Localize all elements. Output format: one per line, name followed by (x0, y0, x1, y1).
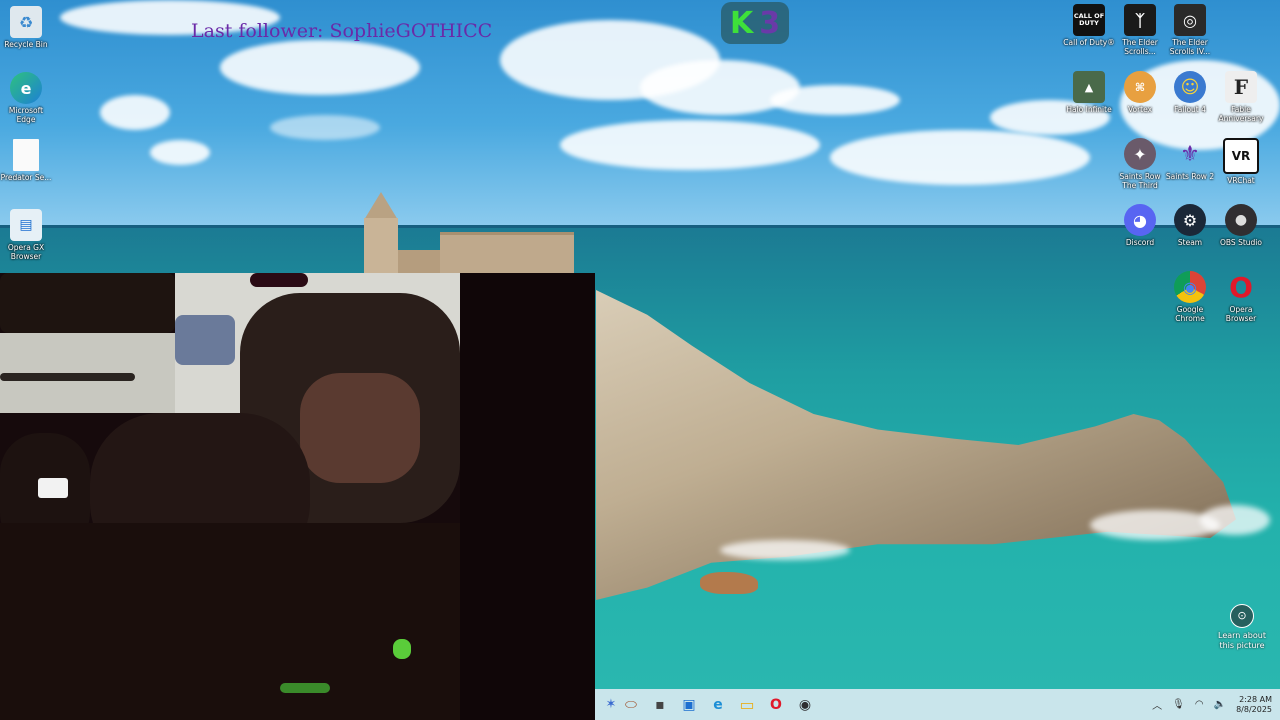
desktop-icon-elder-scrolls[interactable]: ᛉ The Elder Scrolls... (1114, 4, 1166, 56)
window-app-icon[interactable]: ▪ (647, 692, 673, 718)
opera-icon: O (1229, 270, 1253, 304)
opera-gx-icon: ▤ (10, 209, 42, 241)
obs-icon: ● (1225, 204, 1257, 236)
steam-icon: ⚙ (1174, 204, 1206, 236)
desktop-icon-microsoft-edge[interactable]: e Microsoft Edge (0, 72, 52, 124)
desktop-icon-discord[interactable]: ◕ Discord (1114, 204, 1166, 247)
elder-scrolls-icon: ᛉ (1124, 4, 1156, 36)
desktop-icon-obs-studio[interactable]: ● OBS Studio (1215, 204, 1267, 247)
taskbar: ✶ ⬭ ▪ ▣ e ▭ O ◉ ︿ 🎙 ◠ 🔈 2:28 AM 8/8/2025 (595, 689, 1280, 720)
call-of-duty-icon: CALL OF DUTY (1073, 4, 1105, 36)
desktop-icon-opera-gx[interactable]: ▤ Opera GX Browser (0, 209, 52, 261)
recycle-bin-icon: ♻ (10, 6, 42, 38)
desktop-icon-saints-row-2[interactable]: ⚜ Saints Row 2 (1164, 138, 1216, 182)
saints-row-third-icon: ✦ (1124, 138, 1156, 170)
desktop-icon-vrchat[interactable]: VR VRChat (1215, 138, 1267, 185)
desktop-icon-steam[interactable]: ⚙ Steam (1164, 204, 1216, 247)
learn-about-picture[interactable]: ⊙ Learn about this picture (1214, 604, 1270, 651)
file-icon (13, 139, 39, 171)
desktop-icon-saints-row-third[interactable]: ✦ Saints Row The Third (1114, 138, 1166, 190)
system-tray: ︿ 🎙 ◠ 🔈 2:28 AM 8/8/2025 (1152, 689, 1272, 720)
opera-taskbar-icon[interactable]: O (763, 692, 789, 718)
webcam-feed (0, 273, 595, 720)
desktop-icon-recycle-bin[interactable]: ♻ Recycle Bin (0, 6, 52, 49)
desktop-icon-predator[interactable]: Predator Se... (0, 139, 52, 182)
rugby-app-icon[interactable]: ⬭ (618, 692, 644, 718)
camera-icon: ⊙ (1230, 604, 1254, 628)
edge-icon: e (10, 72, 42, 104)
k3-badge-k: K (729, 5, 754, 41)
desktop-icon-halo-infinite[interactable]: ▲ Halo Infinite (1063, 71, 1115, 114)
blue-app-icon[interactable]: ▣ (676, 692, 702, 718)
halo-infinite-icon: ▲ (1073, 71, 1105, 103)
k3-badge: K 3 (721, 2, 789, 44)
fallout-4-icon: ☺ (1174, 71, 1206, 103)
file-explorer-icon[interactable]: ▭ (734, 692, 760, 718)
wifi-icon[interactable]: ◠ (1195, 699, 1204, 710)
clock-time: 2:28 AM (1239, 694, 1272, 704)
vortex-icon: ⌘ (1124, 71, 1156, 103)
discord-icon: ◕ (1124, 204, 1156, 236)
last-follower-overlay: Last follower: SophieGOTHICC (191, 20, 493, 42)
obs-taskbar-icon[interactable]: ◉ (792, 692, 818, 718)
desktop-icon-vortex[interactable]: ⌘ Vortex (1114, 71, 1166, 114)
clock-date: 8/8/2025 (1236, 704, 1272, 714)
volume-icon[interactable]: 🔈 (1214, 699, 1226, 710)
edge-taskbar-icon[interactable]: e (705, 692, 731, 718)
fable-icon: F (1225, 71, 1257, 103)
desktop-icon-fallout-4[interactable]: ☺ Fallout 4 (1164, 71, 1216, 114)
desktop-icon-opera-browser[interactable]: O Opera Browser (1215, 270, 1267, 324)
microphone-icon[interactable]: 🎙 (1172, 699, 1185, 710)
vrchat-icon: VR (1223, 138, 1259, 174)
desktop-icon-call-of-duty[interactable]: CALL OF DUTY Call of Duty® (1063, 4, 1115, 47)
clock[interactable]: 2:28 AM 8/8/2025 (1236, 695, 1272, 715)
desktop-icon-google-chrome[interactable]: ◉ Google Chrome (1164, 271, 1216, 323)
elder-scrolls-iv-icon: ◎ (1174, 4, 1206, 36)
k3-badge-3: 3 (759, 5, 781, 41)
chevron-up-icon[interactable]: ︿ (1152, 697, 1162, 712)
desktop-icon-fable-anniversary[interactable]: F Fable Anniversary (1215, 71, 1267, 123)
desktop-icon-elder-scrolls-iv[interactable]: ◎ The Elder Scrolls IV... (1164, 4, 1216, 56)
chrome-icon: ◉ (1174, 271, 1206, 303)
saints-row-2-icon: ⚜ (1180, 141, 1200, 167)
